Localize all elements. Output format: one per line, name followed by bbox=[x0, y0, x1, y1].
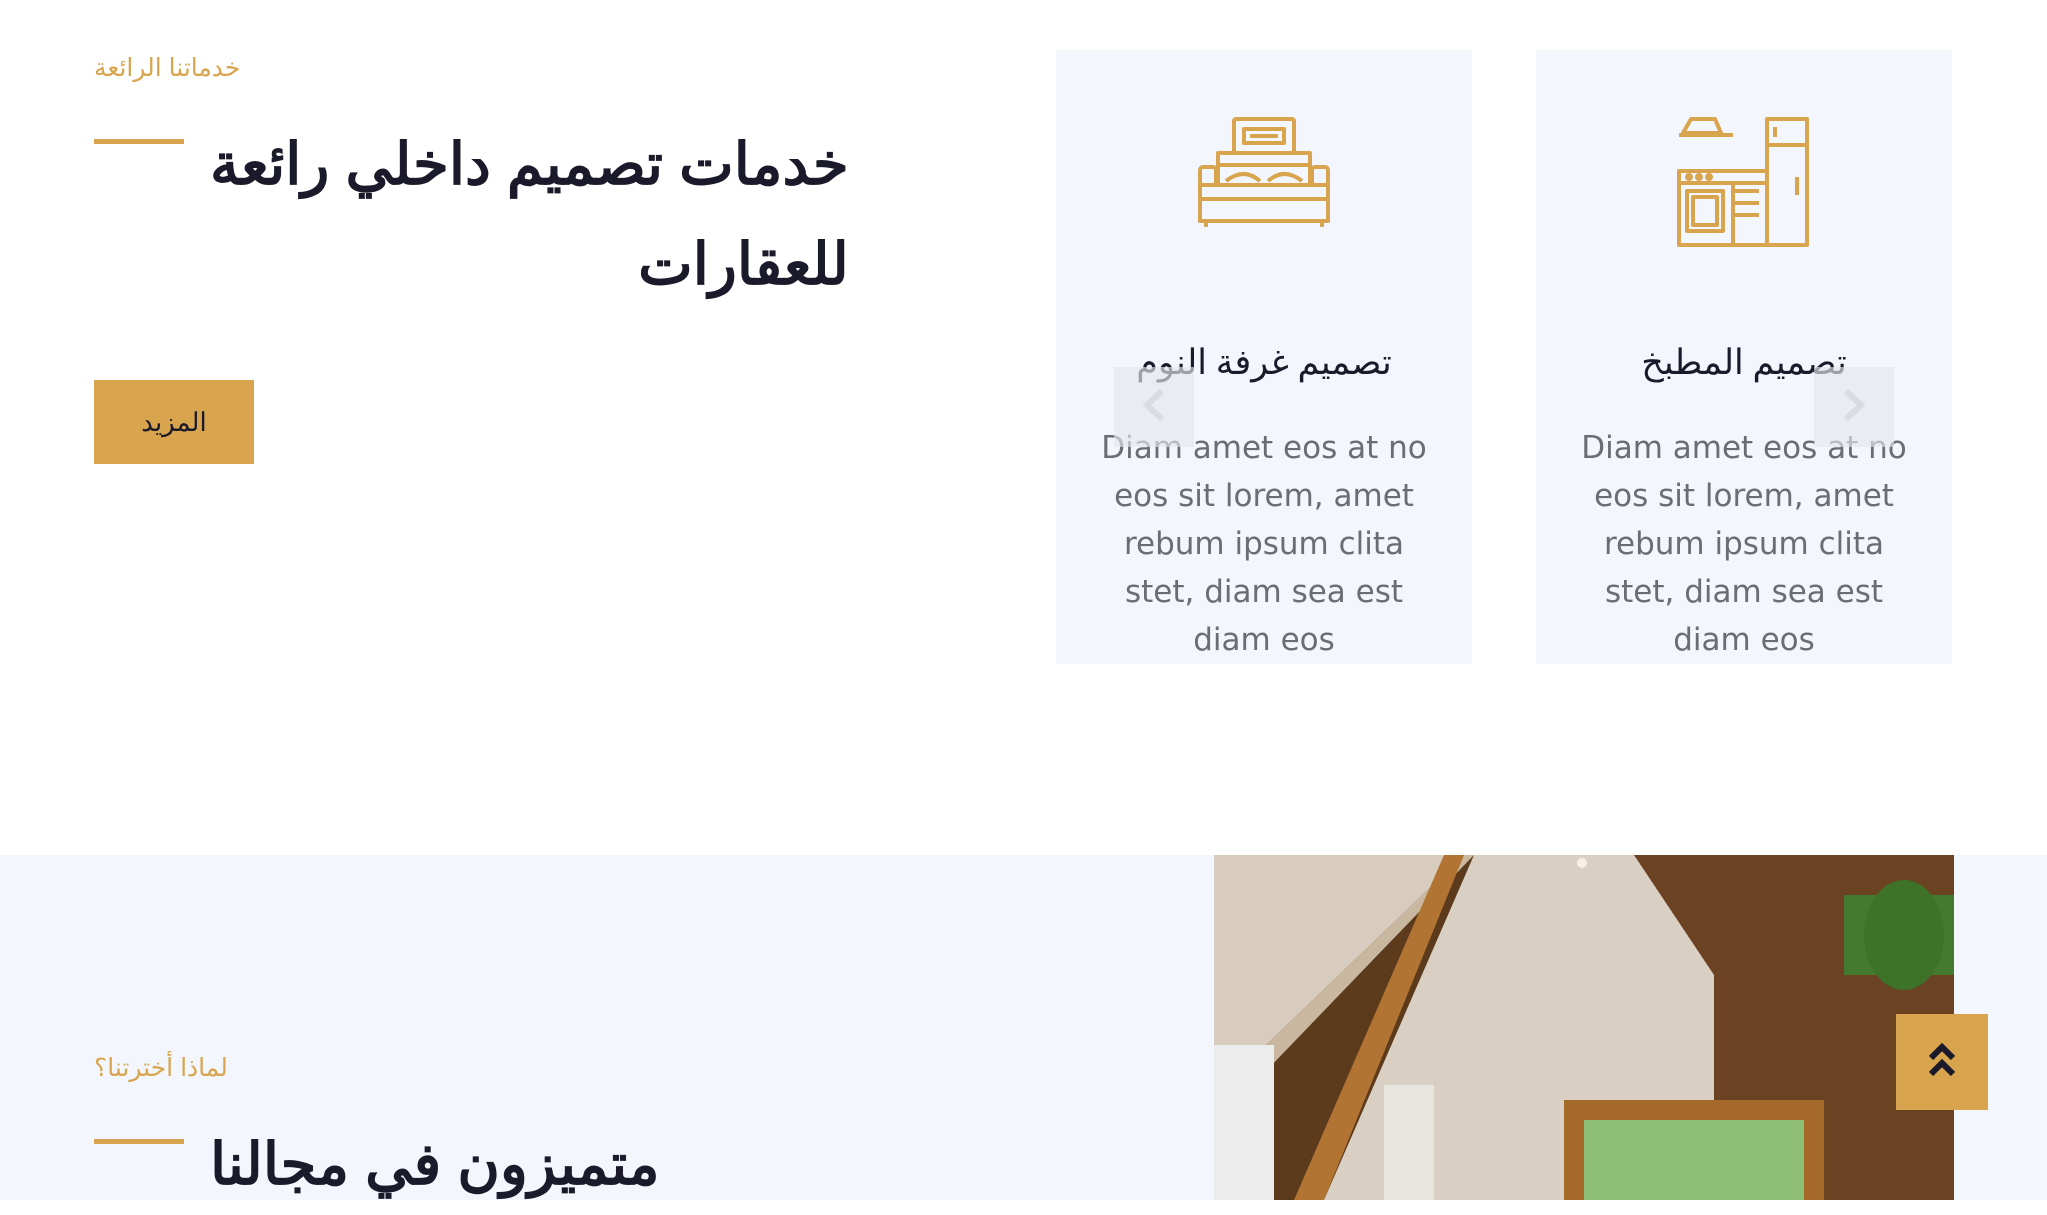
services-eyebrow: خدماتنا الرائعة bbox=[94, 54, 241, 82]
heading-accent-line bbox=[94, 139, 184, 144]
bed-icon bbox=[1198, 115, 1330, 235]
kitchen-icon bbox=[1677, 115, 1811, 251]
services-heading: خدمات تصميم داخلي رائعة للعقارات bbox=[210, 115, 849, 315]
services-heading-line1: خدمات تصميم داخلي رائعة bbox=[210, 132, 849, 197]
double-chevron-up-icon bbox=[1927, 1042, 1957, 1082]
why-us-eyebrow: لماذا أخترتنا؟ bbox=[94, 1054, 228, 1082]
services-heading-line2: للعقارات bbox=[638, 232, 849, 297]
carousel-prev-button[interactable] bbox=[1114, 367, 1194, 447]
card-text: Diam amet eos at no eos sit lorem, amet … bbox=[1581, 430, 1907, 658]
chevron-left-icon bbox=[1142, 388, 1166, 426]
interior-photo bbox=[1214, 855, 1954, 1200]
carousel-next-button[interactable] bbox=[1814, 367, 1894, 447]
service-card-kitchen[interactable]: تصميم المطبخ Diam amet eos at no eos sit… bbox=[1536, 50, 1952, 664]
why-us-accent-line bbox=[94, 1139, 184, 1144]
chevron-right-icon bbox=[1842, 388, 1866, 426]
card-text: Diam amet eos at no eos sit lorem, amet … bbox=[1101, 430, 1427, 658]
why-us-heading: متميزون في مجالنا bbox=[210, 1132, 660, 1197]
service-card-bedroom[interactable]: تصميم غرفة النوم Diam amet eos at no eos… bbox=[1056, 50, 1472, 664]
more-button[interactable]: المزيد bbox=[94, 380, 254, 464]
back-to-top-button[interactable] bbox=[1896, 1014, 1988, 1110]
